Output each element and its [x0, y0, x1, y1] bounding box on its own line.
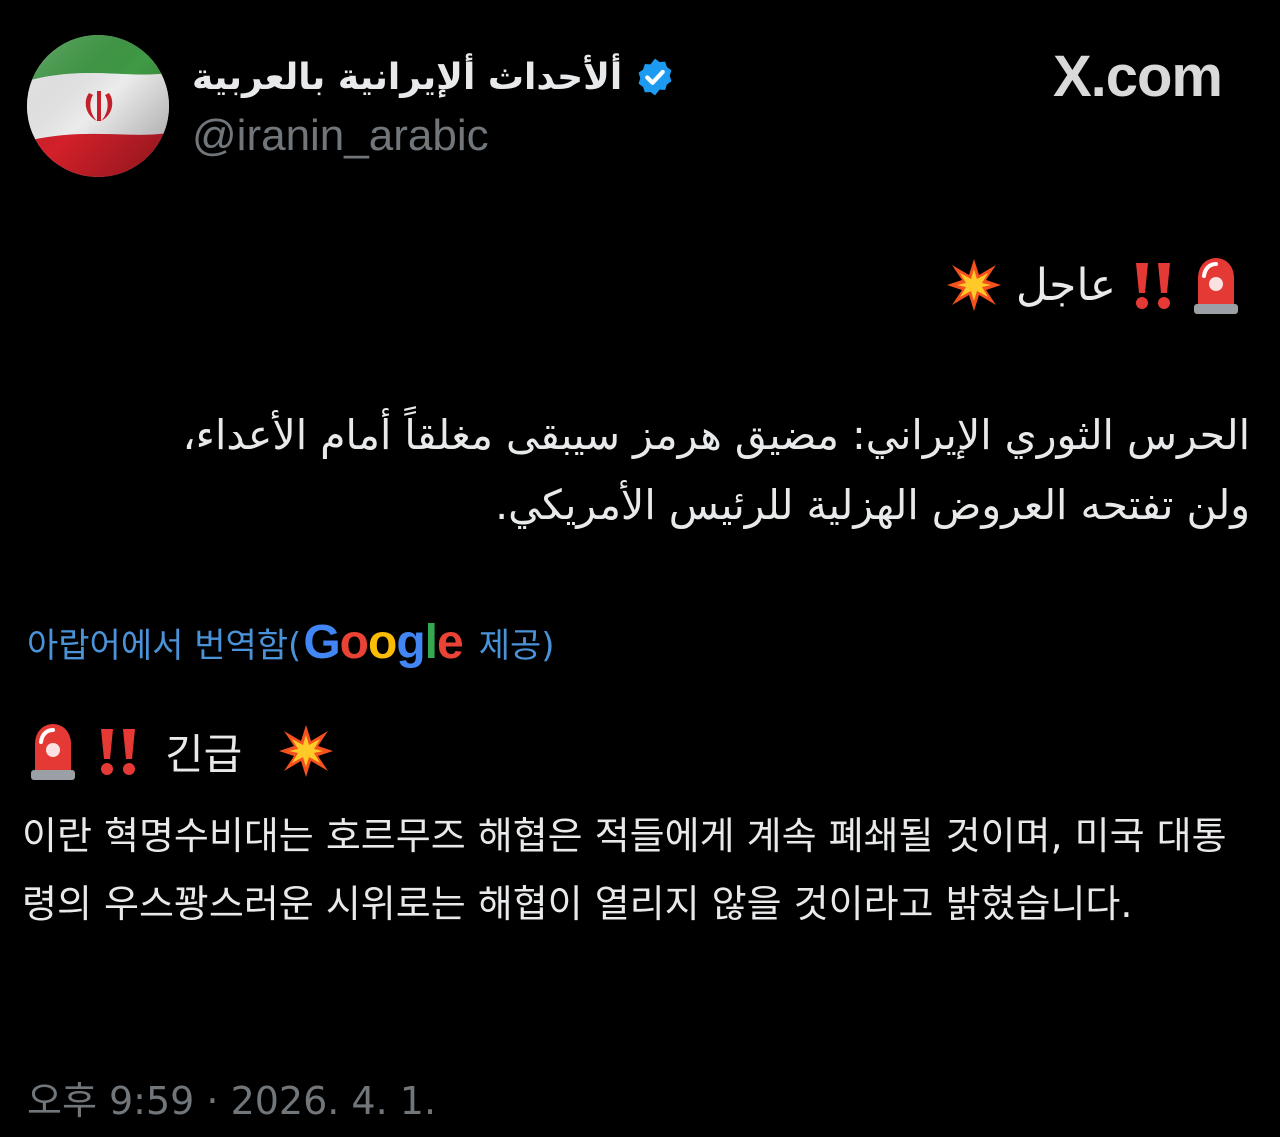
arabic-post-text: الحرس الثوري الإيراني: مضيق هرمز سيبقى م… [182, 411, 1250, 529]
double-exclamation-icon [1136, 263, 1170, 309]
police-siren-icon [1194, 258, 1238, 314]
collision-icon [946, 259, 1001, 311]
avatar[interactable] [27, 35, 169, 177]
translation-suffix: 제공) [478, 626, 555, 666]
police-siren-icon [31, 724, 75, 780]
verified-badge-icon [638, 58, 672, 96]
double-exclamation-icon [101, 729, 135, 775]
google-logo-letter: l [424, 615, 438, 669]
post-timestamp[interactable]: 오후 9:59 · 2026. 4. 1. [27, 1070, 436, 1125]
korean-urgent-line: 긴급 [27, 715, 334, 787]
translated-post-text: 이란 혁명수비대는 호르무즈 해협은 적들에게 계속 폐쇄될 것이며, 미국 대… [22, 814, 1227, 926]
google-logo-letter: G [303, 615, 340, 669]
user-handle[interactable]: @iranin_arabic [192, 114, 752, 158]
translation-toggle[interactable]: 아랍어에서 번역함( Google 제공) [27, 618, 555, 667]
arabic-urgent-line: عاجل [946, 250, 1242, 320]
collision-icon [279, 725, 334, 777]
google-logo-letter: o [339, 615, 369, 669]
site-brand: X.com [1052, 44, 1223, 109]
display-name[interactable]: ألأحداث ألإيرانية بالعربية [192, 57, 622, 98]
name-row: ألأحداث ألإيرانية بالعربية [192, 52, 752, 102]
google-logo-letter: o [367, 615, 397, 669]
arabic-urgent-label: عاجل [1015, 259, 1116, 311]
author-info: ألأحداث ألإيرانية بالعربية @iranin_arabi… [192, 52, 752, 158]
google-logo: Google [303, 615, 464, 669]
translation-prefix: 아랍어에서 번역함( [27, 626, 302, 666]
korean-urgent-label: 긴급 [165, 729, 243, 779]
google-logo-letter: e [436, 615, 464, 669]
google-logo-letter: g [396, 615, 425, 669]
iran-flag-avatar [27, 35, 169, 177]
